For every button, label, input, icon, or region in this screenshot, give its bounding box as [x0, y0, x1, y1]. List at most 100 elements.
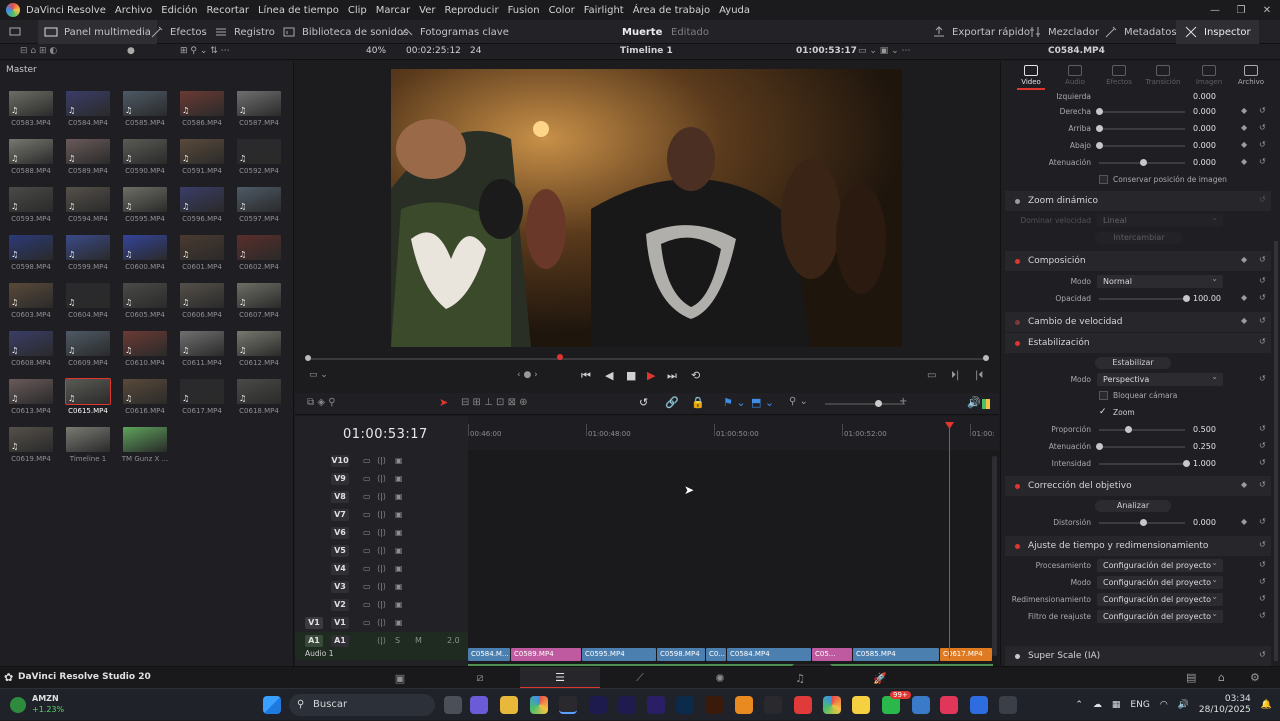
menu-fairlight[interactable]: Fairlight [584, 5, 624, 16]
windows-start-icon[interactable] [263, 696, 281, 714]
media-clip[interactable]: ♫ C0608.MP4 [6, 331, 56, 375]
track-label[interactable]: V3 [331, 581, 349, 593]
sound-library-button[interactable]: Biblioteca de sonidos [282, 20, 408, 44]
viewer-mode-icon[interactable]: ▭ ⌄ [309, 370, 328, 380]
match-frame-icon[interactable]: ▭ [927, 370, 936, 381]
grid-view-icon[interactable]: ⊞ ⚲ ⌄ ⇅ ⋯ [180, 46, 230, 56]
scrubber-playhead[interactable] [557, 354, 563, 360]
tab-file[interactable]: Archivo [1229, 65, 1273, 86]
inspector-scrollbar[interactable] [1274, 241, 1278, 661]
monitor-icon[interactable]: ▣ [395, 510, 403, 519]
go-to-end-icon[interactable]: ⏭ [667, 369, 677, 383]
section-toggle-icon[interactable] [1015, 319, 1020, 325]
slider-icon[interactable]: ● [127, 46, 135, 56]
loop-icon[interactable]: ⟲ [691, 369, 700, 382]
trim-tools-icon[interactable]: ⊟ ⊞ ⊥ ⊡ ⊠ ⊕ [461, 397, 528, 408]
timeline-playhead[interactable] [945, 422, 954, 658]
media-clip[interactable]: ♫ C0584.MP4 [63, 91, 113, 135]
menu-ayuda[interactable]: Ayuda [719, 5, 750, 16]
page-edit[interactable]: ☰ [520, 667, 600, 689]
next-edit-icon[interactable]: ⏵| [951, 370, 959, 381]
keyframes-button[interactable]: Fotogramas clave [400, 20, 509, 44]
lock-camera-checkbox[interactable] [1099, 391, 1108, 400]
page-media[interactable]: ▣ [360, 667, 440, 689]
reset-icon[interactable]: ↺ [1259, 458, 1266, 467]
swap-button[interactable]: Intercambiar [1095, 232, 1183, 244]
monitor-icon[interactable]: ▣ [395, 618, 403, 627]
file-explorer-icon[interactable] [500, 696, 518, 714]
monitor-icon[interactable]: ▣ [395, 582, 403, 591]
media-clip[interactable]: ♫ C0619.MP4 [6, 427, 56, 471]
media-clip[interactable]: ♫ C0606.MP4 [177, 283, 227, 327]
slider-knob[interactable] [1096, 443, 1103, 450]
lang-indicator[interactable]: ENG [1130, 700, 1149, 710]
lock-icon[interactable]: ▭ [363, 456, 371, 465]
link-icon[interactable]: ⟨|⟩ [377, 456, 386, 465]
reset-icon[interactable]: ↺ [1259, 195, 1266, 204]
track-label[interactable]: V7 [331, 509, 349, 521]
app-icon[interactable] [794, 696, 812, 714]
reset-icon[interactable]: ↺ [1259, 594, 1266, 603]
timeline-clip[interactable]: C0584.M... [468, 648, 510, 661]
crop-arriba-value[interactable]: 0.000 [1193, 124, 1216, 133]
media-clip[interactable]: ♫ C0607.MP4 [234, 283, 284, 327]
menu-recortar[interactable]: Recortar [206, 5, 249, 16]
network-icon[interactable]: ☁ [1093, 700, 1102, 710]
media-clip[interactable]: ♫ C0594.MP4 [63, 187, 113, 231]
link-icon[interactable]: 🔗 [665, 396, 679, 409]
timeline-ruler[interactable]: 00:46:00 01:00:48:00 01:00:50:00 01:00:5… [468, 416, 999, 450]
keyframe-icon[interactable]: ◆ [1241, 106, 1247, 115]
track-header-v8[interactable]: V8 ▭ ⟨|⟩ ▣ [295, 488, 468, 505]
track-header-v10[interactable]: V10 ▭ ⟨|⟩ ▣ [295, 452, 468, 469]
media-clip[interactable]: TM Gunz X ... [120, 427, 170, 471]
link-icon[interactable]: ⟨|⟩ [377, 528, 386, 537]
reset-icon[interactable]: ↺ [1259, 255, 1266, 264]
menu-archivo[interactable]: Archivo [115, 5, 152, 16]
stab-mode-dropdown[interactable]: Perspectiva [1097, 370, 1223, 386]
reset-icon[interactable]: ↺ [1259, 441, 1266, 450]
viewer-zoom[interactable]: 40% [366, 46, 386, 56]
media-clip[interactable]: ♫ C0583.MP4 [6, 91, 56, 135]
quick-export-button[interactable]: Exportar rápido [932, 20, 1030, 44]
reset-icon[interactable]: ↺ [1259, 337, 1266, 346]
section-toggle-icon[interactable] [1015, 483, 1020, 489]
menu-fusion[interactable]: Fusion [508, 5, 540, 16]
link-icon[interactable]: ⟨|⟩ [377, 618, 386, 627]
stab-zoom-checkbox[interactable]: ✓ [1099, 407, 1107, 417]
timeline-clip[interactable]: C05... [812, 648, 852, 661]
reset-icon[interactable]: ↺ [1259, 560, 1266, 569]
close-icon[interactable]: ✕ [1254, 0, 1280, 20]
crop-abajo-slider[interactable] [1099, 145, 1185, 147]
track-label[interactable]: V6 [331, 527, 349, 539]
crop-atenuacion-value[interactable]: 0.000 [1193, 158, 1216, 167]
keyframe-icon[interactable]: ◆ [1241, 517, 1247, 526]
track-label[interactable]: V10 [331, 455, 349, 467]
opacity-value[interactable]: 100.00 [1193, 294, 1221, 303]
source-patch-v1[interactable]: V1 [305, 617, 323, 629]
timeline-clip[interactable]: C0598.MP4 [657, 648, 705, 661]
reset-icon[interactable]: ↺ [1259, 106, 1266, 115]
media-clip[interactable]: ♫ C0603.MP4 [6, 283, 56, 327]
section-cambio-velocidad[interactable]: Cambio de velocidad ◆ ↺ [1005, 312, 1271, 332]
clock[interactable]: 03:34 28/10/2025 [1199, 694, 1251, 716]
reset-icon[interactable]: ↺ [1259, 424, 1266, 433]
monitor-icon[interactable]: ▣ [395, 564, 403, 573]
media-clip[interactable]: ♫ C0609.MP4 [63, 331, 113, 375]
page-color[interactable]: ✺ [680, 667, 760, 689]
timeline-clip[interactable]: C0589.MP4 [511, 648, 581, 661]
tab-effects[interactable]: Efectos [1097, 65, 1141, 86]
inspector-button[interactable]: Inspector [1176, 20, 1259, 44]
illustrator-icon[interactable] [705, 696, 723, 714]
stab-proporcion-value[interactable]: 0.500 [1193, 425, 1216, 434]
chrome-icon[interactable] [823, 696, 841, 714]
track-header-v1[interactable]: V1 ▭ ⟨|⟩ ▣ V1 [295, 614, 468, 631]
media-clip[interactable]: ♫ C0613.MP4 [6, 379, 56, 423]
effects-button[interactable]: Efectos [150, 20, 207, 44]
jog-icon[interactable]: ‹ ● › [517, 370, 538, 380]
timeline-name[interactable]: Timeline 1 [620, 46, 673, 56]
reset-icon[interactable]: ↺ [1259, 276, 1266, 285]
zoom-slider[interactable] [825, 403, 905, 405]
lock-icon[interactable]: ▭ [363, 474, 371, 483]
section-toggle-icon[interactable] [1015, 258, 1020, 264]
track-area[interactable]: C0584.M... C0589.MP4 C0595.MP4 C0598.MP4 C0.… [468, 450, 999, 694]
